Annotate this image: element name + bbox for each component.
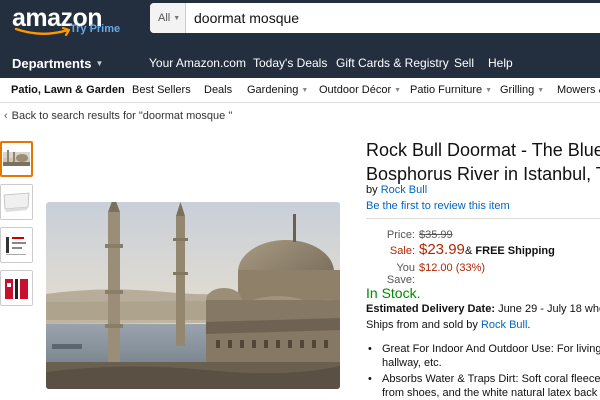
subnav-deals[interactable]: Deals bbox=[204, 84, 232, 96]
chevron-down-icon: ▼ bbox=[95, 59, 104, 68]
brand-link[interactable]: Rock Bull bbox=[381, 184, 427, 196]
thumbnail-3[interactable] bbox=[0, 227, 33, 263]
sale-price: $23.99 bbox=[419, 241, 465, 258]
departments-label: Departments bbox=[12, 56, 92, 71]
stock-status: In Stock. bbox=[366, 285, 421, 301]
delivery-label: Estimated Delivery Date: bbox=[366, 303, 495, 315]
delivery-estimate: Estimated Delivery Date: June 29 - July … bbox=[366, 303, 600, 315]
smile-arrow-icon bbox=[14, 26, 71, 37]
search-bar: All ▼ bbox=[150, 3, 600, 33]
try-prime-link[interactable]: Try Prime bbox=[70, 23, 120, 35]
nav-link-sell[interactable]: Sell bbox=[454, 56, 474, 70]
thumbnail-2[interactable] bbox=[0, 184, 33, 220]
chevron-down-icon: ▼ bbox=[394, 87, 402, 94]
category-subnav: Patio, Lawn & Garden Best Sellers Deals … bbox=[0, 78, 600, 103]
nav-link-gift-cards[interactable]: Gift Cards & Registry bbox=[336, 56, 449, 70]
nav-link-todays-deals[interactable]: Today's Deals bbox=[253, 56, 327, 70]
subnav-mowers[interactable]: Mowers & bbox=[557, 84, 600, 96]
product-title: Rock Bull Doormat - The Blue Bosphorus R… bbox=[366, 138, 600, 186]
top-bar: amazon Try Prime All ▼ bbox=[0, 0, 600, 44]
write-review-link[interactable]: Be the first to review this item bbox=[366, 200, 510, 212]
chevron-left-icon: ‹ bbox=[4, 110, 8, 122]
product-title-line-1: Rock Bull Doormat - The Blue bbox=[366, 140, 600, 160]
chevron-down-icon: ▼ bbox=[173, 15, 181, 22]
search-category-dropdown[interactable]: All ▼ bbox=[150, 3, 186, 33]
blue-mosque-image bbox=[46, 202, 340, 389]
mosque-thumbnail-image bbox=[2, 143, 31, 175]
savings-amount: $12.00 (33%) bbox=[419, 262, 486, 274]
seller-link[interactable]: Rock Bull bbox=[481, 319, 527, 331]
feature-bullet: Great For Indoor And Outdoor Use: For li… bbox=[366, 342, 600, 370]
seller-period: . bbox=[527, 319, 531, 331]
seller-info: Ships from and sold by Rock Bull. bbox=[366, 319, 530, 331]
product-detail-thumbnail-image bbox=[1, 271, 32, 305]
main-product-image[interactable] bbox=[46, 202, 340, 389]
subnav-gardening[interactable]: Gardening ▼ bbox=[247, 84, 308, 96]
subnav-patio-furniture[interactable]: Patio Furniture ▼ bbox=[410, 84, 492, 96]
back-to-results-label: Back to search results for "doormat mosq… bbox=[11, 110, 233, 122]
feature-bullet-line: Absorbs Water & Traps Dirt: Soft coral f… bbox=[382, 373, 600, 385]
search-category-label: All bbox=[158, 12, 171, 24]
savings-label: You Save: bbox=[386, 262, 415, 286]
feature-bullet-line: from shoes, and the white natural latex … bbox=[382, 387, 600, 399]
subnav-grilling-label: Grilling bbox=[500, 84, 535, 96]
delivery-dates: June 29 - July 18 whe bbox=[498, 303, 600, 315]
product-title-line-2: Bosphorus River in Istanbul, Tu bbox=[366, 164, 600, 184]
amazon-logo[interactable]: amazon Try Prime bbox=[12, 4, 122, 40]
subnav-outdoor-decor-label: Outdoor Décor bbox=[319, 84, 392, 96]
subnav-patio-furniture-label: Patio Furniture bbox=[410, 84, 483, 96]
feature-bullet: Absorbs Water & Traps Dirt: Soft coral f… bbox=[366, 372, 600, 400]
subnav-category[interactable]: Patio, Lawn & Garden bbox=[11, 84, 125, 96]
size-chart-thumbnail-image bbox=[1, 228, 32, 262]
thumbnail-1[interactable] bbox=[0, 141, 33, 177]
price-label: Price: bbox=[386, 229, 415, 241]
nav-link-your-amazon[interactable]: Your Amazon.com bbox=[149, 56, 246, 70]
free-shipping-label[interactable]: FREE Shipping bbox=[475, 245, 554, 257]
list-price: $35.99 bbox=[419, 229, 453, 241]
search-input[interactable] bbox=[194, 3, 594, 33]
subnav-gardening-label: Gardening bbox=[247, 84, 299, 96]
byline-prefix: by bbox=[366, 184, 378, 196]
chevron-down-icon: ▼ bbox=[301, 87, 309, 94]
subnav-best-sellers[interactable]: Best Sellers bbox=[132, 84, 191, 96]
doormat-thumbnail-image bbox=[1, 185, 32, 219]
shipping-ampersand: & bbox=[465, 245, 473, 257]
byline: by Rock Bull bbox=[366, 184, 427, 196]
nav-link-help[interactable]: Help bbox=[488, 56, 513, 70]
feature-bullet-line: Great For Indoor And Outdoor Use: For li… bbox=[382, 343, 600, 355]
subnav-grilling[interactable]: Grilling ▼ bbox=[500, 84, 544, 96]
back-to-results-link[interactable]: ‹ Back to search results for "doormat mos… bbox=[4, 110, 232, 122]
shipping-info: & FREE Shipping bbox=[465, 245, 555, 257]
nav-row: Departments ▼ Your Amazon.com Today's Dea… bbox=[0, 44, 600, 78]
feature-bullets: Great For Indoor And Outdoor Use: For li… bbox=[366, 342, 600, 400]
feature-bullet-line: hallway, etc. bbox=[382, 357, 442, 369]
subnav-outdoor-decor[interactable]: Outdoor Décor ▼ bbox=[319, 84, 401, 96]
divider bbox=[366, 218, 600, 219]
thumbnail-4[interactable] bbox=[0, 270, 33, 306]
sale-label: Sale: bbox=[389, 245, 415, 257]
chevron-down-icon: ▼ bbox=[537, 87, 545, 94]
chevron-down-icon: ▼ bbox=[485, 87, 493, 94]
departments-menu[interactable]: Departments ▼ bbox=[12, 56, 103, 71]
ships-from-text: Ships from and sold by bbox=[366, 319, 478, 331]
